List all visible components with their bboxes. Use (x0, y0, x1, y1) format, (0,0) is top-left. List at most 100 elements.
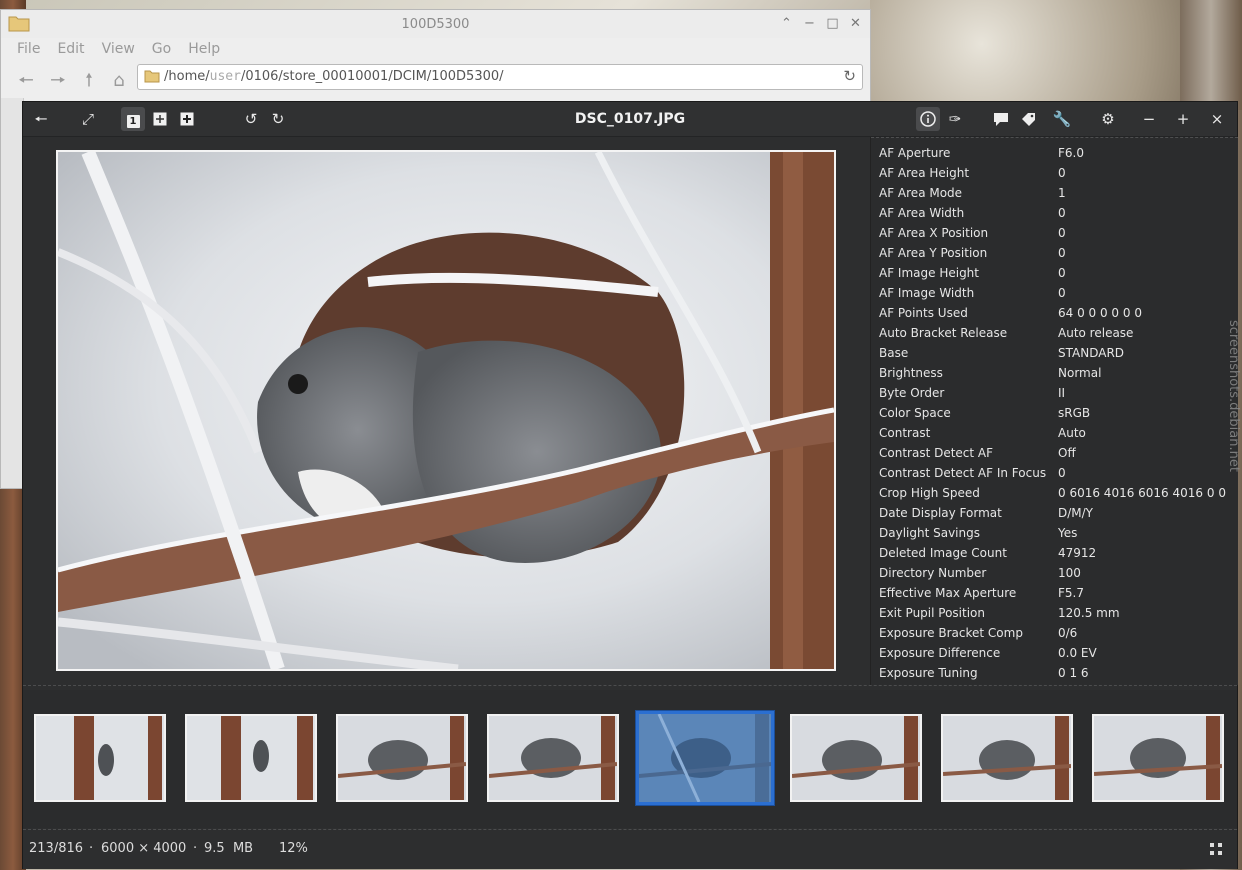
menu-view[interactable]: View (94, 38, 144, 62)
location-bar[interactable]: /home/user/0106/store_00010001/DCIM/100D… (137, 64, 863, 90)
gear-icon[interactable]: ⚙ (1096, 107, 1120, 131)
metadata-value: 47912 (1058, 546, 1097, 560)
metadata-key: Contrast (879, 426, 931, 440)
thumbnail[interactable] (336, 714, 468, 802)
metadata-value: Yes (1058, 526, 1078, 540)
file-manager-title: 100D5300 (401, 17, 470, 32)
reload-icon[interactable]: ↻ (843, 67, 856, 85)
speech-bubble-icon[interactable] (989, 107, 1013, 131)
image-viewer-window: 🠔 ⤢ 1 ↺ ↻ DSC_0107.JPG ✑ 🔧 ⚙ − + × AF Ap… (22, 101, 1238, 869)
thumbnail[interactable] (790, 714, 922, 802)
info-icon[interactable] (916, 107, 940, 131)
zoom-level: 12% (279, 841, 308, 856)
metadata-key: AF Area Width (879, 206, 965, 220)
metadata-key: Effective Max Aperture (879, 586, 1017, 600)
metadata-value: 0 (1058, 286, 1066, 300)
metadata-value: 1 (1058, 186, 1066, 200)
metadata-key: AF Aperture (879, 146, 951, 160)
metadata-value: 0.0 EV (1058, 646, 1097, 660)
filmstrip[interactable] (23, 690, 1237, 828)
file-manager-titlebar[interactable]: 100D5300 ⌃ − □ ✕ (1, 10, 870, 38)
brush-icon[interactable]: ✑ (943, 107, 967, 131)
metadata-value: 0 (1058, 246, 1066, 260)
metadata-key: AF Area Mode (879, 186, 963, 200)
image-dimensions: 6000 × 4000 (101, 841, 187, 856)
menu-go[interactable]: Go (144, 38, 180, 62)
minimize-icon[interactable]: − (801, 15, 818, 32)
forward-arrow-icon[interactable]: 🠖 (47, 70, 69, 92)
metadata-key: Contrast Detect AF In Focus (879, 466, 1047, 480)
menu-edit[interactable]: Edit (49, 38, 93, 62)
rotate-cw-icon[interactable]: ↻ (266, 107, 290, 131)
metadata-value: 0 (1058, 166, 1066, 180)
close-icon[interactable]: ✕ (847, 15, 864, 32)
metadata-value: Normal (1058, 366, 1102, 380)
metadata-value: II (1058, 386, 1066, 400)
image-position: 213/816 (29, 841, 84, 856)
menu-file[interactable]: File (9, 38, 49, 62)
thumbnail[interactable] (941, 714, 1073, 802)
maximize-button[interactable]: + (1171, 107, 1195, 131)
metadata-value: 64 0 0 0 0 0 0 (1058, 306, 1142, 320)
metadata-value: 0 (1058, 226, 1066, 240)
metadata-key: Contrast Detect AF (879, 446, 994, 460)
fit-view-icon[interactable] (148, 107, 172, 131)
back-arrow-icon[interactable]: 🠔 (15, 70, 37, 92)
metadata-panel[interactable]: AF Aperture F6.0 AF Area Height 0 AF Area Mo… (870, 137, 1238, 685)
viewer-toolbar: 🠔 ⤢ 1 ↺ ↻ DSC_0107.JPG ✑ 🔧 ⚙ − + × (23, 102, 1237, 137)
maximize-icon[interactable]: □ (824, 15, 841, 32)
metadata-key: AF Area Height (879, 166, 970, 180)
thumbnail[interactable] (1092, 714, 1224, 802)
metadata-value: 0 (1058, 466, 1066, 480)
single-view-button[interactable]: 1 (121, 107, 145, 131)
metadata-key: Byte Order (879, 386, 945, 400)
metadata-key: AF Area X Position (879, 226, 989, 240)
metadata-key: Exposure Tuning (879, 666, 978, 680)
metadata-value: 0 (1058, 206, 1066, 220)
metadata-key: Deleted Image Count (879, 546, 1007, 560)
status-separator: · (193, 841, 198, 856)
metadata-value: Auto (1058, 426, 1086, 440)
tag-icon[interactable] (1016, 107, 1040, 131)
metadata-key: Base (879, 346, 909, 360)
metadata-value: 0/6 (1058, 626, 1078, 640)
metadata-value: Off (1058, 446, 1076, 460)
thumbnail[interactable] (34, 714, 166, 802)
metadata-key: Color Space (879, 406, 951, 420)
metadata-value: 100 (1058, 566, 1081, 580)
metadata-key: Date Display Format (879, 506, 1002, 520)
thumbnail[interactable] (487, 714, 619, 802)
metadata-key: AF Points Used (879, 306, 968, 320)
metadata-key: AF Image Height (879, 266, 979, 280)
grid-view-icon[interactable] (1205, 838, 1227, 860)
arrow-left-icon[interactable]: 🠔 (29, 107, 53, 131)
image-canvas[interactable] (23, 137, 869, 685)
thumbnail-selected[interactable] (635, 710, 775, 806)
zoom-in-icon[interactable] (175, 107, 199, 131)
folder-icon (144, 70, 160, 83)
metadata-key: Exposure Difference (879, 646, 1001, 660)
status-bar: 213/816 · 6000 × 4000 · 9.5 MB 12% (23, 831, 1237, 869)
panel-divider (871, 137, 1238, 138)
shade-icon[interactable]: ⌃ (778, 15, 795, 32)
metadata-key: Directory Number (879, 566, 987, 580)
metadata-value: 0 (1058, 266, 1066, 280)
wrench-icon[interactable]: 🔧 (1050, 107, 1074, 131)
thumbnail[interactable] (185, 714, 317, 802)
watermark: screenshots.debian.net (1226, 320, 1241, 472)
metadata-key: Auto Bracket Release (879, 326, 1008, 340)
metadata-key: Crop High Speed (879, 486, 980, 500)
metadata-key: AF Image Width (879, 286, 975, 300)
home-icon[interactable]: ⌂ (108, 70, 130, 92)
menu-help[interactable]: Help (180, 38, 229, 62)
close-button[interactable]: × (1205, 107, 1229, 131)
expand-icon[interactable]: ⤢ (76, 107, 100, 131)
metadata-value: 0 1 6 (1058, 666, 1089, 680)
metadata-key: Exposure Bracket Comp (879, 626, 1023, 640)
metadata-key: Exit Pupil Position (879, 606, 985, 620)
metadata-value: Auto release (1058, 326, 1134, 340)
up-arrow-icon[interactable]: 🠕 (78, 70, 100, 92)
metadata-key: Daylight Savings (879, 526, 980, 540)
rotate-ccw-icon[interactable]: ↺ (239, 107, 263, 131)
minimize-button[interactable]: − (1137, 107, 1161, 131)
